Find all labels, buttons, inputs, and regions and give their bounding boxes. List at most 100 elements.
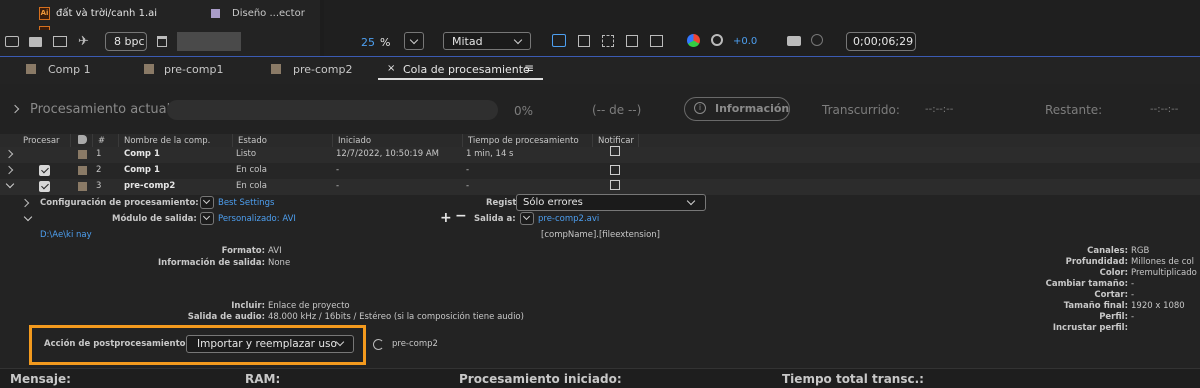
col-status[interactable]: Estado <box>238 136 267 146</box>
transparency-grid-icon[interactable] <box>578 35 590 47</box>
post-render-label: Acción de postprocesamiento: <box>44 339 189 349</box>
detail-label: Salida de audio: <box>187 312 265 322</box>
output-module-value[interactable]: Personalizado: AVI <box>218 214 296 224</box>
project-file-name: đất và trời/canh 1.ai <box>56 8 158 19</box>
output-file-name[interactable]: pre-comp2.avi <box>538 214 599 224</box>
resolution-dropdown[interactable]: Mitad <box>443 32 531 50</box>
zoom-value[interactable]: 25 <box>361 36 375 49</box>
pick-whip-icon[interactable] <box>373 339 384 350</box>
label-color-icon[interactable] <box>78 166 87 175</box>
chevron-down-icon <box>202 212 211 221</box>
render-settings-value[interactable]: Best Settings <box>218 198 274 208</box>
color-channels-icon[interactable] <box>687 34 700 47</box>
row-number: 2 <box>96 165 102 175</box>
trash-icon[interactable] <box>157 36 167 47</box>
remaining-value: --:--:-- <box>1150 104 1179 115</box>
label-tag-icon[interactable] <box>78 135 87 144</box>
detail-value: 1920 x 1080 <box>1131 301 1185 311</box>
comp-color-icon <box>26 64 36 74</box>
timecode-field[interactable]: 0;00;06;29 <box>846 32 916 51</box>
project-file-row[interactable]: Ai đất và trời/canh 1.ai Diseño ...ector <box>34 6 320 24</box>
queue-row[interactable]: 2 Comp 1 En cola - - <box>0 163 1200 179</box>
render-checkbox[interactable] <box>39 165 50 176</box>
snapshot-camera-icon[interactable] <box>787 36 801 46</box>
detail-label: Incluir: <box>231 301 265 311</box>
tab-pre-comp1[interactable]: pre-comp1 <box>134 58 254 80</box>
output-path[interactable]: D:\Ae\ki nay <box>40 230 92 240</box>
detail-value: - <box>1131 312 1135 322</box>
project-search-field[interactable] <box>177 32 241 51</box>
col-notify[interactable]: Notificar <box>598 136 634 146</box>
detail-value: - <box>1131 290 1135 300</box>
remove-output-module-icon[interactable]: − <box>455 208 467 224</box>
notify-checkbox[interactable] <box>610 180 620 190</box>
show-snapshot-icon[interactable] <box>811 34 823 46</box>
resolution-value: Mitad <box>452 35 483 48</box>
chevron-right-icon[interactable] <box>4 149 14 159</box>
tab-close-icon[interactable]: × <box>387 63 395 74</box>
info-button[interactable]: i Información <box>684 97 790 121</box>
zoom-unit: % <box>380 36 391 49</box>
tab-render-queue[interactable]: × Cola de procesamiento ≡ <box>378 58 543 80</box>
render-checkbox[interactable] <box>39 181 50 192</box>
col-started[interactable]: Iniciado <box>338 136 371 146</box>
tab-menu-icon[interactable]: ≡ <box>524 61 534 75</box>
chevron-right-icon[interactable] <box>4 165 14 175</box>
output-details-left: Formato: Información de salida: <box>0 244 265 274</box>
progress-of-count: (-- de --) <box>592 103 642 117</box>
render-settings-label: Configuración de procesamiento: <box>40 198 199 208</box>
row-render-time: - <box>466 165 470 175</box>
render-rocket-icon[interactable]: ✈ <box>78 34 89 49</box>
render-settings-dropdown[interactable] <box>200 196 214 209</box>
comp-color-icon <box>271 64 281 74</box>
col-comp-name[interactable]: Nombre de la comp. <box>124 136 210 146</box>
label-color-icon[interactable] <box>78 182 87 191</box>
log-dropdown[interactable]: Sólo errores <box>516 194 706 211</box>
col-render[interactable]: Procesar <box>23 136 60 146</box>
mask-visibility-icon[interactable] <box>602 35 614 47</box>
detail-label: Formato: <box>221 246 265 256</box>
output-to-dropdown[interactable] <box>520 212 534 225</box>
reset-exposure-icon[interactable] <box>711 34 723 46</box>
detail-value: - <box>1131 279 1135 289</box>
project-file-row-partial <box>34 26 314 30</box>
row-status: Listo <box>236 149 257 159</box>
fast-previews-icon[interactable] <box>552 34 566 47</box>
detail-label: Incrustar perfil: <box>1052 323 1128 333</box>
output-module-label: Módulo de salida: <box>112 214 197 224</box>
label-color-icon[interactable] <box>78 150 87 159</box>
interpret-footage-icon[interactable] <box>5 36 19 47</box>
queue-row[interactable]: 3 pre-comp2 En cola - - <box>0 179 1200 195</box>
new-folder-icon[interactable] <box>29 37 42 47</box>
region-of-interest-icon[interactable] <box>626 35 638 47</box>
detail-value: Millones de col <box>1131 257 1194 267</box>
tab-pre-comp2[interactable]: pre-comp2 <box>261 58 371 80</box>
detail-label: Profundidad: <box>1065 257 1128 267</box>
elapsed-label: Transcurrido: <box>822 103 900 117</box>
bpc-button[interactable]: 8 bpc <box>105 32 147 51</box>
tab-comp-1[interactable]: Comp 1 <box>16 58 126 80</box>
progress-bar <box>167 100 498 120</box>
row-status: En cola <box>236 165 267 175</box>
post-render-dropdown[interactable]: Importar y reemplazar uso <box>186 335 354 353</box>
detail-value: 48.000 kHz / 16bits / Estéreo (si la com… <box>268 312 524 322</box>
detail-value: AVI <box>268 246 282 256</box>
status-render-started-label: Procesamiento iniciado: <box>459 372 622 386</box>
queue-row[interactable]: 1 Comp 1 Listo 12/7/2022, 10:50:19 AM 1 … <box>0 146 1200 163</box>
zoom-dropdown[interactable] <box>404 32 424 50</box>
elapsed-value: --:--:-- <box>925 104 954 115</box>
row-comp-name: pre-comp2 <box>124 181 176 191</box>
chevron-down-icon[interactable] <box>5 179 15 189</box>
exposure-value[interactable]: +0.0 <box>733 36 757 47</box>
notify-checkbox[interactable] <box>610 146 620 156</box>
notify-checkbox[interactable] <box>610 165 620 175</box>
col-render-time[interactable]: Tiempo de procesamiento <box>468 136 579 146</box>
tab-label: Cola de procesamiento <box>403 63 530 76</box>
add-output-module-icon[interactable]: + <box>440 210 452 226</box>
chevron-down-icon <box>202 196 211 205</box>
safe-margins-icon[interactable] <box>650 35 663 47</box>
output-module-dropdown[interactable] <box>200 212 214 225</box>
detail-value: Enlace de proyecto <box>268 301 350 311</box>
col-number[interactable]: # <box>98 136 105 146</box>
new-composition-icon[interactable] <box>53 36 67 47</box>
